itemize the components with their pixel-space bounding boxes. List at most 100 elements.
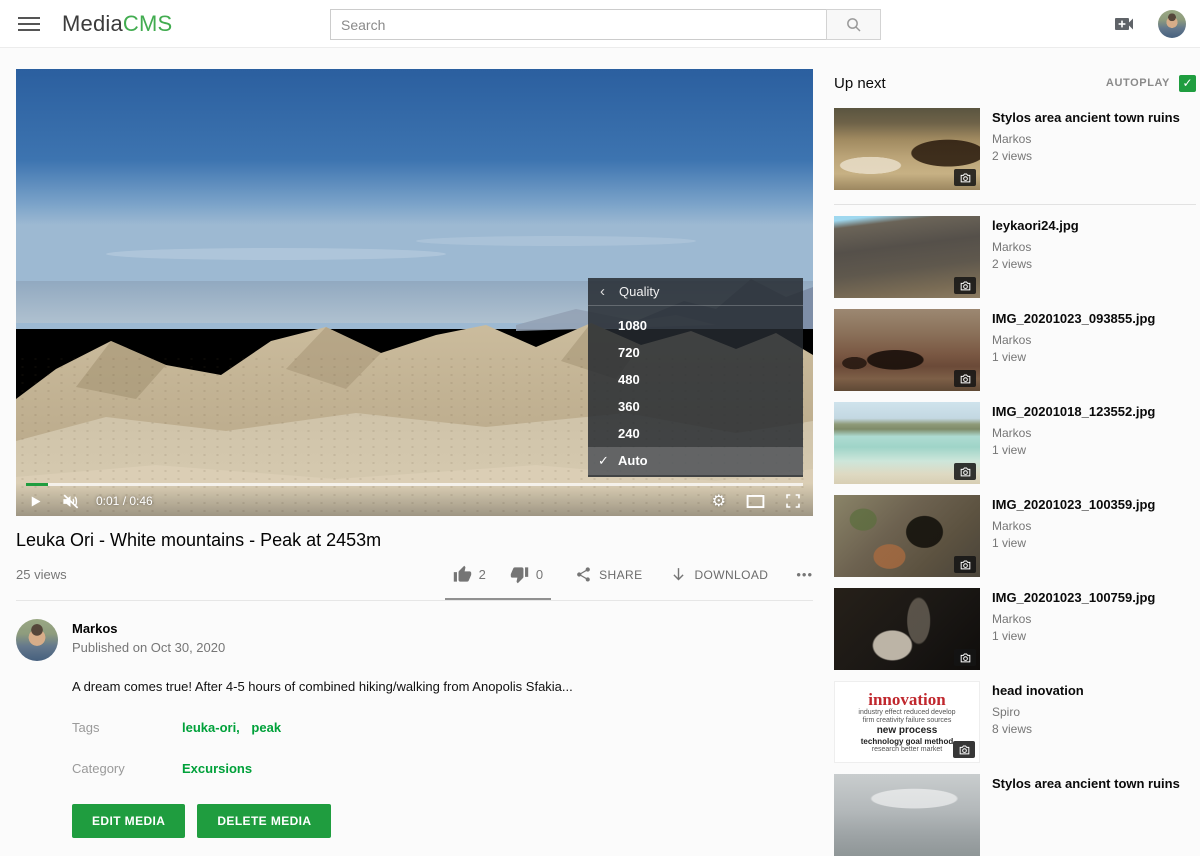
search-input[interactable]: [330, 9, 826, 40]
volume-muted-icon[interactable]: [61, 492, 80, 511]
author-row: Markos Published on Oct 30, 2020: [16, 619, 813, 661]
item-views: 8 views: [992, 722, 1084, 736]
download-label: DOWNLOAD: [694, 568, 768, 582]
item-views: 1 view: [992, 536, 1155, 550]
time-display: 0:01 / 0:46: [96, 494, 153, 508]
video-thumbnail: [834, 495, 980, 577]
video-player[interactable]: ‹ Quality 1080 720 480 360 240 ✓ Auto: [16, 69, 813, 516]
edit-media-button[interactable]: EDIT MEDIA: [72, 804, 185, 838]
check-icon: ✓: [598, 447, 609, 475]
item-views: 1 view: [992, 629, 1155, 643]
quality-option-720[interactable]: 720: [588, 339, 803, 366]
item-title: IMG_20201023_093855.jpg: [992, 310, 1155, 327]
up-next-sidebar: Up next AUTOPLAY ✓ Stylos area ancient t…: [834, 69, 1196, 856]
item-author: Spiro: [992, 705, 1084, 719]
search-bar: [330, 9, 881, 40]
list-item[interactable]: IMG_20201018_123552.jpg Markos 1 view: [834, 402, 1196, 484]
wordcloud-main-word: innovation: [868, 690, 945, 710]
video-meta-row: 25 views 2 0: [16, 565, 813, 601]
item-title: IMG_20201023_100759.jpg: [992, 589, 1155, 606]
quality-option-360[interactable]: 360: [588, 393, 803, 420]
logo-text-accent: CMS: [123, 11, 173, 36]
item-views: 1 view: [992, 350, 1155, 364]
item-author: Markos: [992, 132, 1180, 146]
quality-option-auto[interactable]: ✓ Auto: [588, 447, 803, 475]
author-name[interactable]: Markos: [72, 621, 225, 636]
player-control-bar: 0:01 / 0:46 ⚙: [16, 483, 813, 516]
wordcloud-line: research better market: [872, 746, 942, 754]
video-thumbnail-wordcloud: innovation industry effect reduced devel…: [834, 681, 980, 763]
category-row: Category Excursions: [72, 761, 813, 776]
thumb-up-icon: [453, 565, 472, 584]
view-count: 25 views: [16, 567, 67, 582]
up-next-divider: [834, 204, 1196, 205]
more-options-button[interactable]: •••: [796, 567, 813, 582]
tag-link-peak[interactable]: peak: [251, 720, 281, 735]
share-label: SHARE: [599, 568, 642, 582]
video-thumbnail: [834, 309, 980, 391]
user-avatar[interactable]: [1158, 10, 1186, 38]
upload-media-icon[interactable]: [1112, 12, 1136, 36]
list-item[interactable]: leykaori24.jpg Markos 2 views: [834, 216, 1196, 298]
tag-link-leuka-ori[interactable]: leuka-ori,: [182, 720, 240, 735]
video-title: Leuka Ori - White mountains - Peak at 24…: [16, 530, 813, 551]
list-item[interactable]: innovation industry effect reduced devel…: [834, 681, 1196, 763]
item-title: IMG_20201018_123552.jpg: [992, 403, 1155, 420]
app-logo[interactable]: MediaCMS: [62, 11, 172, 37]
camera-icon: [959, 172, 972, 183]
item-title: Stylos area ancient town ruins: [992, 109, 1180, 126]
rating-underline: [445, 598, 551, 600]
category-link[interactable]: Excursions: [182, 761, 252, 776]
quality-option-240[interactable]: 240: [588, 420, 803, 447]
wordcloud-line: industry effect reduced develop: [858, 709, 955, 717]
video-thumbnail: [834, 774, 980, 856]
fullscreen-icon[interactable]: [785, 493, 801, 509]
quality-option-1080[interactable]: 1080: [588, 312, 803, 339]
item-author: Markos: [992, 519, 1155, 533]
logo-text-primary: Media: [62, 11, 123, 36]
thumb-down-icon: [510, 565, 529, 584]
search-button[interactable]: [826, 9, 881, 40]
quality-menu-back[interactable]: ‹ Quality: [588, 278, 803, 306]
list-item[interactable]: Stylos area ancient town ruins Markos 2 …: [834, 108, 1196, 190]
camera-icon: [959, 466, 972, 477]
item-views: 2 views: [992, 149, 1180, 163]
top-navigation-bar: MediaCMS: [0, 0, 1200, 48]
up-next-title: Up next: [834, 75, 886, 92]
chevron-left-icon: ‹: [600, 283, 605, 300]
list-item[interactable]: IMG_20201023_093855.jpg Markos 1 view: [834, 309, 1196, 391]
camera-icon: [959, 559, 972, 570]
video-thumbnail: [834, 108, 980, 190]
item-author: Markos: [992, 333, 1155, 347]
list-item[interactable]: IMG_20201023_100759.jpg Markos 1 view: [834, 588, 1196, 670]
like-button[interactable]: 2: [453, 565, 486, 584]
share-icon: [575, 566, 592, 583]
video-thumbnail: [834, 588, 980, 670]
list-item[interactable]: Stylos area ancient town ruins: [834, 774, 1196, 856]
dislike-button[interactable]: 0: [510, 565, 543, 584]
video-thumbnail: [834, 216, 980, 298]
item-title: Stylos area ancient town ruins: [992, 775, 1180, 792]
autoplay-label: AUTOPLAY: [1106, 77, 1170, 89]
menu-icon[interactable]: [18, 13, 40, 35]
list-item[interactable]: IMG_20201023_100359.jpg Markos 1 view: [834, 495, 1196, 577]
quality-option-480[interactable]: 480: [588, 366, 803, 393]
wordcloud-line: new process: [877, 725, 938, 737]
play-button[interactable]: [28, 494, 43, 509]
settings-icon[interactable]: ⚙: [712, 493, 726, 509]
dislike-count: 0: [536, 567, 543, 582]
download-icon: [670, 566, 687, 583]
like-count: 2: [479, 567, 486, 582]
item-author: Markos: [992, 240, 1079, 254]
camera-icon: [959, 373, 972, 384]
camera-icon: [959, 280, 972, 291]
download-button[interactable]: DOWNLOAD: [670, 566, 768, 583]
share-button[interactable]: SHARE: [575, 566, 642, 583]
author-avatar[interactable]: [16, 619, 58, 661]
category-label: Category: [72, 761, 182, 776]
video-thumbnail: [834, 402, 980, 484]
delete-media-button[interactable]: DELETE MEDIA: [197, 804, 331, 838]
autoplay-checkbox[interactable]: ✓: [1179, 75, 1196, 92]
item-title: head inovation: [992, 682, 1084, 699]
theater-mode-icon[interactable]: [746, 494, 765, 509]
